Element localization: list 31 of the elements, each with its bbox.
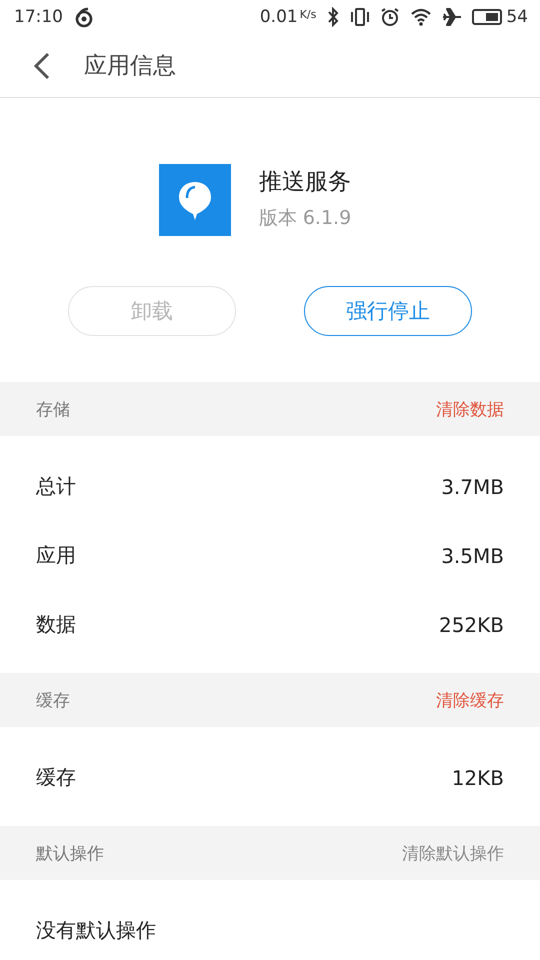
clock: 17:10 bbox=[14, 7, 63, 27]
airplane-icon bbox=[442, 7, 462, 27]
back-icon bbox=[32, 50, 52, 80]
section-header: 存储 bbox=[36, 398, 70, 420]
bluetooth-icon bbox=[326, 7, 340, 27]
app-name: 推送服务 bbox=[258, 168, 352, 196]
section-header: 缓存 bbox=[36, 690, 70, 712]
clear-link[interactable]: 清除缓存 bbox=[436, 688, 504, 712]
battery-icon bbox=[472, 9, 502, 25]
clear-link[interactable]: 清除数据 bbox=[436, 398, 504, 420]
row-value: 3.7MB bbox=[441, 474, 504, 498]
section-header: 默认操作 bbox=[36, 842, 104, 864]
row-label: 缓存 bbox=[36, 764, 76, 791]
row-label: 数据 bbox=[36, 611, 76, 638]
row-label: 总计 bbox=[36, 473, 76, 500]
battery-percent: 54 bbox=[506, 7, 528, 27]
row-value: 3.5MB bbox=[441, 544, 504, 568]
app-icon bbox=[158, 164, 231, 236]
row-value: 252KB bbox=[438, 612, 504, 636]
swirl-icon bbox=[73, 6, 95, 28]
row-value: 12KB bbox=[452, 766, 504, 790]
row-label: 没有默认操作 bbox=[36, 917, 156, 944]
force-stop-button[interactable]: 强行停止 bbox=[304, 286, 472, 336]
network-speed: 0.01 bbox=[260, 7, 298, 27]
page-title: 应用信息 bbox=[84, 52, 176, 81]
wifi-icon bbox=[410, 7, 432, 27]
app-version: 版本 6.1.9 bbox=[258, 206, 352, 230]
vibrate-icon bbox=[350, 7, 370, 27]
row-label: 应用 bbox=[36, 542, 76, 569]
speed-unit: K/s bbox=[300, 8, 316, 20]
alarm-icon bbox=[380, 7, 400, 27]
